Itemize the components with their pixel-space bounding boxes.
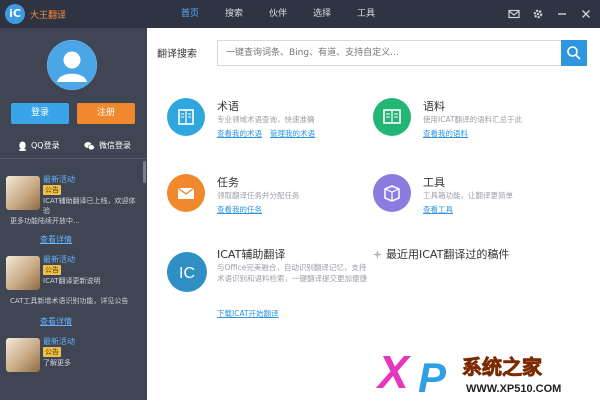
mail-icon[interactable] (508, 8, 520, 20)
search-input[interactable] (217, 40, 562, 66)
feed-text-more: CAT工具新增术语识别功能，详见公告 (10, 297, 129, 305)
top-bar: iC 大王翻译 首页 搜索 伙伴 选择 工具 (0, 0, 600, 28)
feed-tag: 公告 (43, 347, 61, 357)
coffee-thumbnail (6, 256, 40, 290)
feed-title[interactable]: 最新活动 (43, 254, 75, 265)
card-desc: 专业领域术语查询，快速准确 (217, 115, 315, 124)
card-tools: 工具 工具箱功能，让翻译更简单 查看工具 (373, 174, 573, 234)
feed-item[interactable]: 最新活动 公告 了解更多 (0, 332, 140, 400)
link-view-corpus[interactable]: 查看我的语料 (423, 129, 468, 138)
search-button[interactable] (561, 40, 587, 66)
feed-item[interactable]: 最新活动 公告 ICAT辅助翻译已上线，欢迎体验 更多功能陆续开放中... 查看… (0, 170, 140, 254)
avatar[interactable] (47, 40, 97, 90)
coffee-thumbnail (6, 176, 40, 210)
card-title: 工具 (423, 176, 445, 189)
card-terms: 术语 专业领域术语查询，快速准确 查看我的术语 管理我的术语 (167, 98, 367, 158)
tab-tools[interactable]: 工具 (344, 0, 388, 28)
main-nav: 首页 搜索 伙伴 选择 工具 (168, 0, 388, 28)
qq-icon (18, 141, 27, 151)
minimize-icon[interactable] (556, 8, 568, 20)
settings-gear-icon[interactable] (532, 8, 544, 20)
card-desc: 工具箱功能，让翻译更简单 (423, 191, 513, 200)
coffee-thumbnail (6, 338, 40, 372)
card-desc: 领取翻译任务并分配任务 (217, 191, 300, 200)
feed-link[interactable]: 查看详情 (40, 316, 72, 327)
feed-text: 了解更多 (43, 359, 71, 367)
feed-title[interactable]: 最新活动 (43, 174, 75, 185)
link-download-icat[interactable]: 下载ICAT开始翻译 (217, 309, 279, 318)
link-view-tasks[interactable]: 查看我的任务 (217, 205, 262, 214)
card-tasks: 任务 领取翻译任务并分配任务 查看我的任务 (167, 174, 367, 234)
search-label: 翻译搜索 (157, 49, 197, 60)
card-desc: 与Office完美融合，自动识别翻译记忆，支持术语识别和语料检索，一键翻译提交更… (217, 263, 367, 283)
tools-box-icon[interactable] (373, 174, 411, 212)
svg-text:WWW.XP510.COM: WWW.XP510.COM (466, 383, 561, 395)
close-icon[interactable] (580, 8, 592, 20)
tab-search[interactable]: 搜索 (212, 0, 256, 28)
link-view-tools[interactable]: 查看工具 (423, 205, 453, 214)
card-title: 语料 (423, 100, 445, 113)
feed-title[interactable]: 最新活动 (43, 336, 75, 347)
window-controls (508, 8, 592, 20)
sidebar-scrollbar[interactable] (143, 161, 146, 183)
register-button[interactable]: 注册 (77, 103, 135, 124)
terms-book-icon[interactable] (167, 98, 205, 136)
feed-link[interactable]: 查看详情 (40, 234, 72, 245)
recent-heading: 最近用ICAT翻译过的稿件 (373, 246, 509, 262)
wechat-login-label: 微信登录 (99, 141, 131, 150)
watermark-logo: X P 系统之家 WWW.XP510.COM (370, 340, 600, 401)
tasks-envelope-icon[interactable] (167, 174, 205, 212)
icat-logo-icon[interactable]: IC (167, 252, 207, 292)
feed-text: ICAT辅助翻译已上线，欢迎体验 (43, 197, 136, 215)
card-title: 术语 (217, 100, 239, 113)
sidebar: 登录 注册 QQ登录 微信登录 最新活动 公告 ICAT辅助翻译已上线，欢迎体验… (0, 28, 147, 400)
feed-tag: 公告 (43, 185, 61, 195)
svg-text:P: P (418, 354, 447, 400)
feed-text-more: 更多功能陆续开放中... (10, 217, 80, 225)
svg-text:IC: IC (179, 265, 195, 282)
feed-tag: 公告 (43, 265, 61, 275)
link-view-terms[interactable]: 查看我的术语 (217, 129, 262, 138)
card-links: 查看我的任务 (217, 204, 270, 215)
login-button[interactable]: 登录 (11, 103, 69, 124)
recent-label: 最近用ICAT翻译过的稿件 (386, 248, 510, 261)
tab-partners[interactable]: 伙伴 (256, 0, 300, 28)
card-title: ICAT辅助翻译 (217, 248, 286, 261)
sparkle-icon (373, 249, 382, 259)
wechat-login-link[interactable]: 微信登录 (84, 140, 131, 151)
corpus-book-icon[interactable] (373, 98, 411, 136)
tab-select[interactable]: 选择 (300, 0, 344, 28)
app-name: 大王翻译 (30, 11, 67, 21)
wechat-icon (84, 141, 95, 150)
tab-home[interactable]: 首页 (168, 0, 212, 28)
card-icat: IC ICAT辅助翻译 与Office完美融合，自动识别翻译记忆，支持术语识别和… (167, 246, 367, 326)
qq-login-label: QQ登录 (31, 141, 60, 150)
link-manage-terms[interactable]: 管理我的术语 (270, 129, 315, 138)
card-desc: 使用ICAT翻译的语料汇总于此 (423, 115, 523, 124)
search-icon (567, 46, 581, 60)
app-logo: iC (5, 4, 25, 24)
qq-login-link[interactable]: QQ登录 (18, 140, 60, 151)
card-corpus: 语料 使用ICAT翻译的语料汇总于此 查看我的语料 (373, 98, 573, 158)
card-title: 任务 (217, 176, 239, 189)
feed-text: ICAT翻译更新说明 (43, 277, 101, 285)
card-links: 下载ICAT开始翻译 (217, 308, 287, 319)
feed-item[interactable]: 最新活动 公告 ICAT翻译更新说明 CAT工具新增术语识别功能，详见公告 查看… (0, 250, 140, 334)
card-links: 查看我的术语 管理我的术语 (217, 128, 323, 139)
svg-text:X: X (375, 346, 411, 398)
sidebar-divider (0, 158, 147, 159)
svg-text:系统之家: 系统之家 (462, 355, 543, 379)
card-links: 查看工具 (423, 204, 461, 215)
card-links: 查看我的语料 (423, 128, 476, 139)
